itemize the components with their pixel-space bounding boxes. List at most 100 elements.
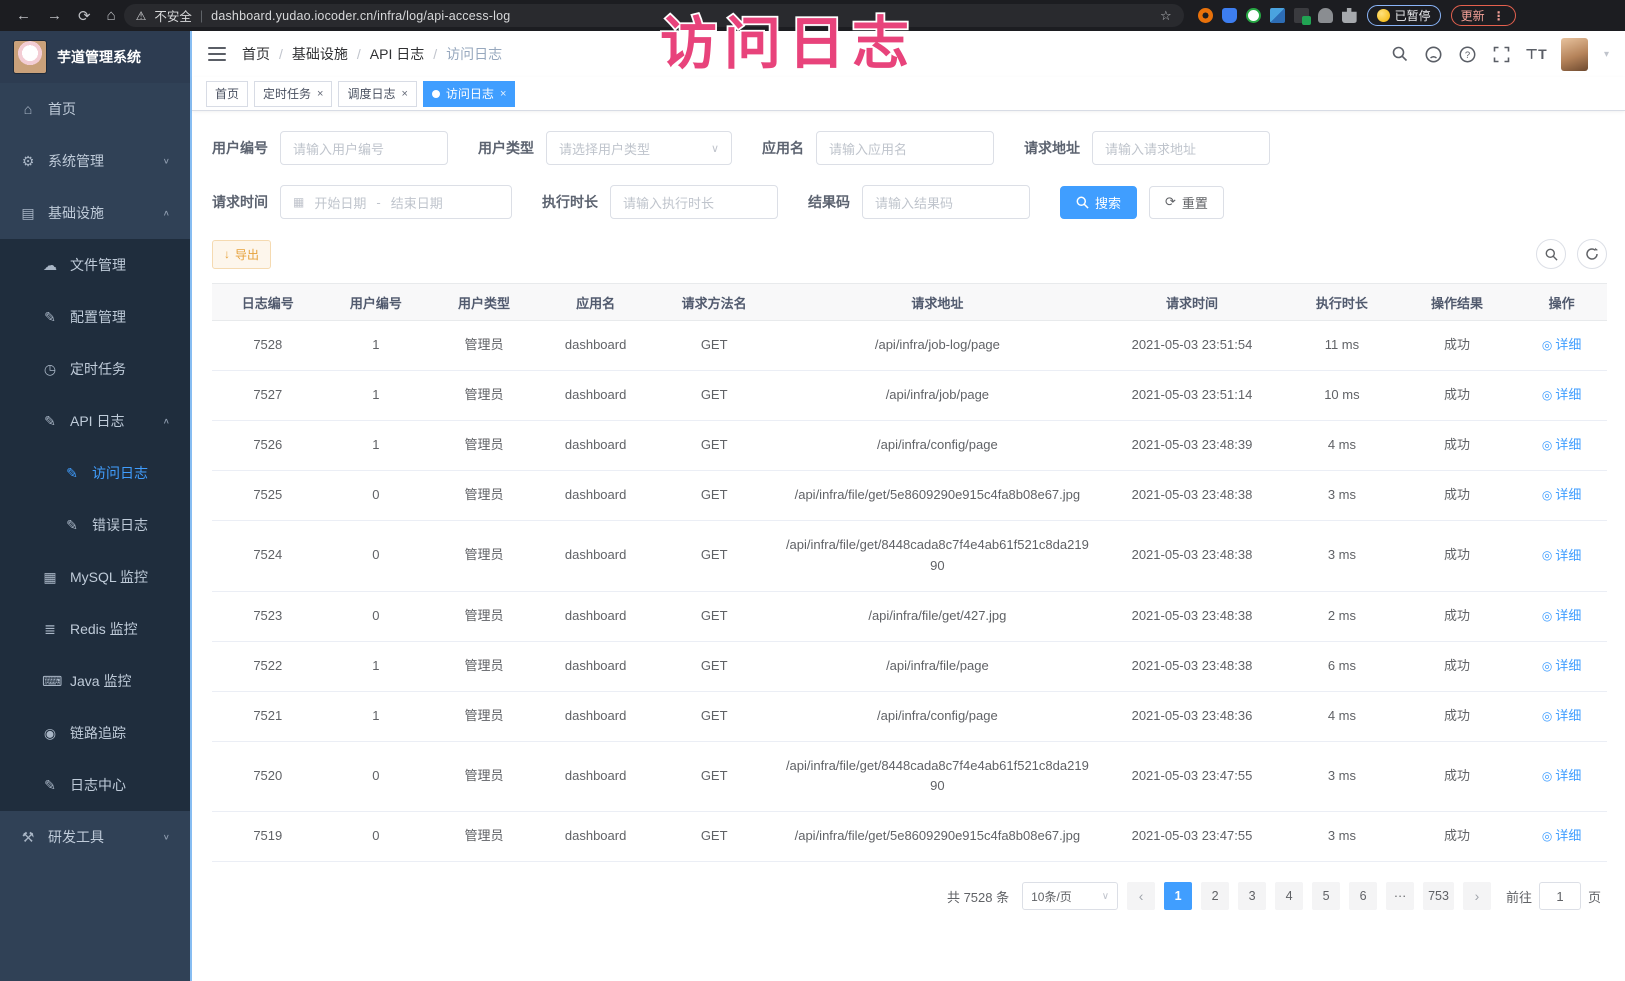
- detail-link[interactable]: ◎ 详细: [1542, 385, 1582, 406]
- close-tab-icon[interactable]: ×: [500, 88, 506, 100]
- view-tab[interactable]: 调度日志 ×: [338, 81, 416, 107]
- view-tab[interactable]: 访问日志 ×: [423, 81, 515, 107]
- page-number-button[interactable]: 753: [1423, 882, 1454, 910]
- detail-link[interactable]: ◎ 详细: [1542, 706, 1582, 727]
- sidebar-item[interactable]: ⚙ 系统管理 ∨: [0, 135, 190, 187]
- sidebar-item[interactable]: ⌨ Java 监控: [0, 655, 190, 707]
- browser-forward-button[interactable]: →: [47, 7, 62, 24]
- browser-back-button[interactable]: ←: [16, 7, 31, 24]
- page-number-button[interactable]: 6: [1349, 882, 1377, 910]
- schedule-icon: ◷: [42, 361, 58, 378]
- page-size-select[interactable]: 10条/页 ∨: [1022, 882, 1118, 910]
- result-cell: 成功: [1398, 591, 1517, 641]
- prev-page-button[interactable]: ‹: [1127, 882, 1155, 910]
- browser-menu-icon[interactable]: ⋮: [1493, 9, 1506, 23]
- bookmark-star-icon[interactable]: ☆: [1160, 8, 1172, 24]
- security-label: 不安全: [154, 6, 192, 25]
- page-number-button[interactable]: ···: [1386, 882, 1414, 910]
- sidebar-item[interactable]: ✎ 访问日志: [0, 447, 190, 499]
- breadcrumb-item[interactable]: 首页: [242, 44, 270, 64]
- toggle-search-button[interactable]: [1536, 239, 1566, 269]
- extension-icon-4[interactable]: [1270, 8, 1285, 23]
- browser-home-button[interactable]: ⌂: [107, 7, 116, 24]
- next-page-button[interactable]: ›: [1463, 882, 1491, 910]
- page-number-button[interactable]: 3: [1238, 882, 1266, 910]
- duration-input[interactable]: 请输入执行时长: [610, 185, 778, 219]
- sidebar-item[interactable]: ▦ MySQL 监控: [0, 551, 190, 603]
- page-number-button[interactable]: 1: [1164, 882, 1192, 910]
- breadcrumb-item[interactable]: 基础设施: [292, 44, 348, 64]
- detail-link[interactable]: ◎ 详细: [1542, 766, 1582, 787]
- result-code-input[interactable]: 请输入结果码: [862, 185, 1030, 219]
- avatar-caret-icon[interactable]: ▾: [1604, 49, 1609, 60]
- help-icon[interactable]: ?: [1459, 45, 1477, 63]
- sidebar-item[interactable]: ≣ Redis 监控: [0, 603, 190, 655]
- gear-icon: ⚙: [20, 153, 36, 170]
- app-name-input[interactable]: 请输入应用名: [816, 131, 994, 165]
- app-cell: dashboard: [540, 641, 652, 691]
- sidebar-item[interactable]: ✎ 错误日志: [0, 499, 190, 551]
- detail-link[interactable]: ◎ 详细: [1542, 826, 1582, 847]
- font-size-icon[interactable]: ⊤T: [1527, 45, 1545, 63]
- user-id-input[interactable]: 请输入用户编号: [280, 131, 448, 165]
- browser-reload-button[interactable]: ⟳: [78, 7, 91, 25]
- extension-icon-3[interactable]: [1246, 8, 1261, 23]
- sidebar-item[interactable]: ⚒ 研发工具 ∨: [0, 811, 190, 863]
- paused-extension-chip[interactable]: 已暂停: [1367, 5, 1441, 26]
- extension-icon-5[interactable]: [1294, 8, 1309, 23]
- sidebar-item[interactable]: ✎ 日志中心: [0, 759, 190, 811]
- detail-link[interactable]: ◎ 详细: [1542, 656, 1582, 677]
- user-id-cell: 0: [324, 741, 429, 812]
- goto-page-input[interactable]: 1: [1539, 882, 1581, 910]
- page-number-button[interactable]: 4: [1275, 882, 1303, 910]
- view-tab[interactable]: 定时任务 ×: [254, 81, 332, 107]
- sidebar-item[interactable]: ◉ 链路追踪: [0, 707, 190, 759]
- detail-link[interactable]: ◎ 详细: [1542, 485, 1582, 506]
- app-logo: [13, 40, 47, 74]
- close-tab-icon[interactable]: ×: [401, 88, 407, 100]
- sidebar-item[interactable]: ⌂ 首页: [0, 83, 190, 135]
- extension-icon-6[interactable]: [1318, 8, 1333, 23]
- breadcrumb-item[interactable]: API 日志: [370, 44, 424, 64]
- url-cell: /api/infra/file/get/8448cada8c7f4e4ab61f…: [777, 741, 1098, 812]
- page-number-button[interactable]: 2: [1201, 882, 1229, 910]
- sidebar-logo-row[interactable]: 芋道管理系统: [0, 31, 190, 83]
- request-time-range-picker[interactable]: ▦ 开始日期 - 结束日期: [280, 185, 512, 219]
- view-tab[interactable]: 首页: [206, 81, 248, 107]
- browser-update-button[interactable]: 更新 ⋮: [1451, 5, 1516, 26]
- user-type-select[interactable]: 请选择用户类型∨: [546, 131, 732, 165]
- request-url-input[interactable]: 请输入请求地址: [1092, 131, 1270, 165]
- extensions-puzzle-icon[interactable]: [1342, 8, 1357, 23]
- sidebar-toggle-icon[interactable]: [208, 47, 226, 61]
- app-header: 首页 / 基础设施 / API 日志 / 访问日志 ?: [192, 31, 1625, 77]
- app-cell: dashboard: [540, 471, 652, 521]
- detail-link[interactable]: ◎ 详细: [1542, 546, 1582, 567]
- detail-link[interactable]: ◎ 详细: [1542, 435, 1582, 456]
- sidebar-item[interactable]: ☁ 文件管理: [0, 239, 190, 291]
- sidebar-item[interactable]: ✎ API 日志 ∧: [0, 395, 190, 447]
- github-icon[interactable]: [1425, 45, 1443, 63]
- result-cell: 成功: [1398, 521, 1517, 592]
- user-type-cell: 管理员: [428, 691, 540, 741]
- extension-icon-2[interactable]: [1222, 8, 1237, 23]
- close-tab-icon[interactable]: ×: [317, 88, 323, 100]
- refresh-table-button[interactable]: [1577, 239, 1607, 269]
- fullscreen-icon[interactable]: [1493, 45, 1511, 63]
- user-id-cell: 0: [324, 471, 429, 521]
- reset-button[interactable]: ⟳ 重置: [1149, 186, 1224, 219]
- search-button[interactable]: 搜索: [1060, 186, 1137, 219]
- search-icon[interactable]: [1391, 45, 1409, 63]
- page-number-button[interactable]: 5: [1312, 882, 1340, 910]
- export-button[interactable]: ↓ 导出: [212, 240, 271, 269]
- duration-cell: 3 ms: [1286, 812, 1398, 862]
- chevron-icon: ∨: [163, 157, 170, 166]
- redis-monitor-icon: ≣: [42, 621, 58, 638]
- sidebar-item[interactable]: ✎ 配置管理: [0, 291, 190, 343]
- detail-link[interactable]: ◎ 详细: [1542, 606, 1582, 627]
- extension-icon-1[interactable]: [1198, 8, 1213, 23]
- sidebar-item[interactable]: ◷ 定时任务: [0, 343, 190, 395]
- user-avatar[interactable]: [1561, 38, 1588, 71]
- sidebar-item[interactable]: ▤ 基础设施 ∧: [0, 187, 190, 239]
- detail-link[interactable]: ◎ 详细: [1542, 335, 1582, 356]
- address-bar[interactable]: ⚠ 不安全 | dashboard.yudao.iocoder.cn/infra…: [124, 4, 1184, 27]
